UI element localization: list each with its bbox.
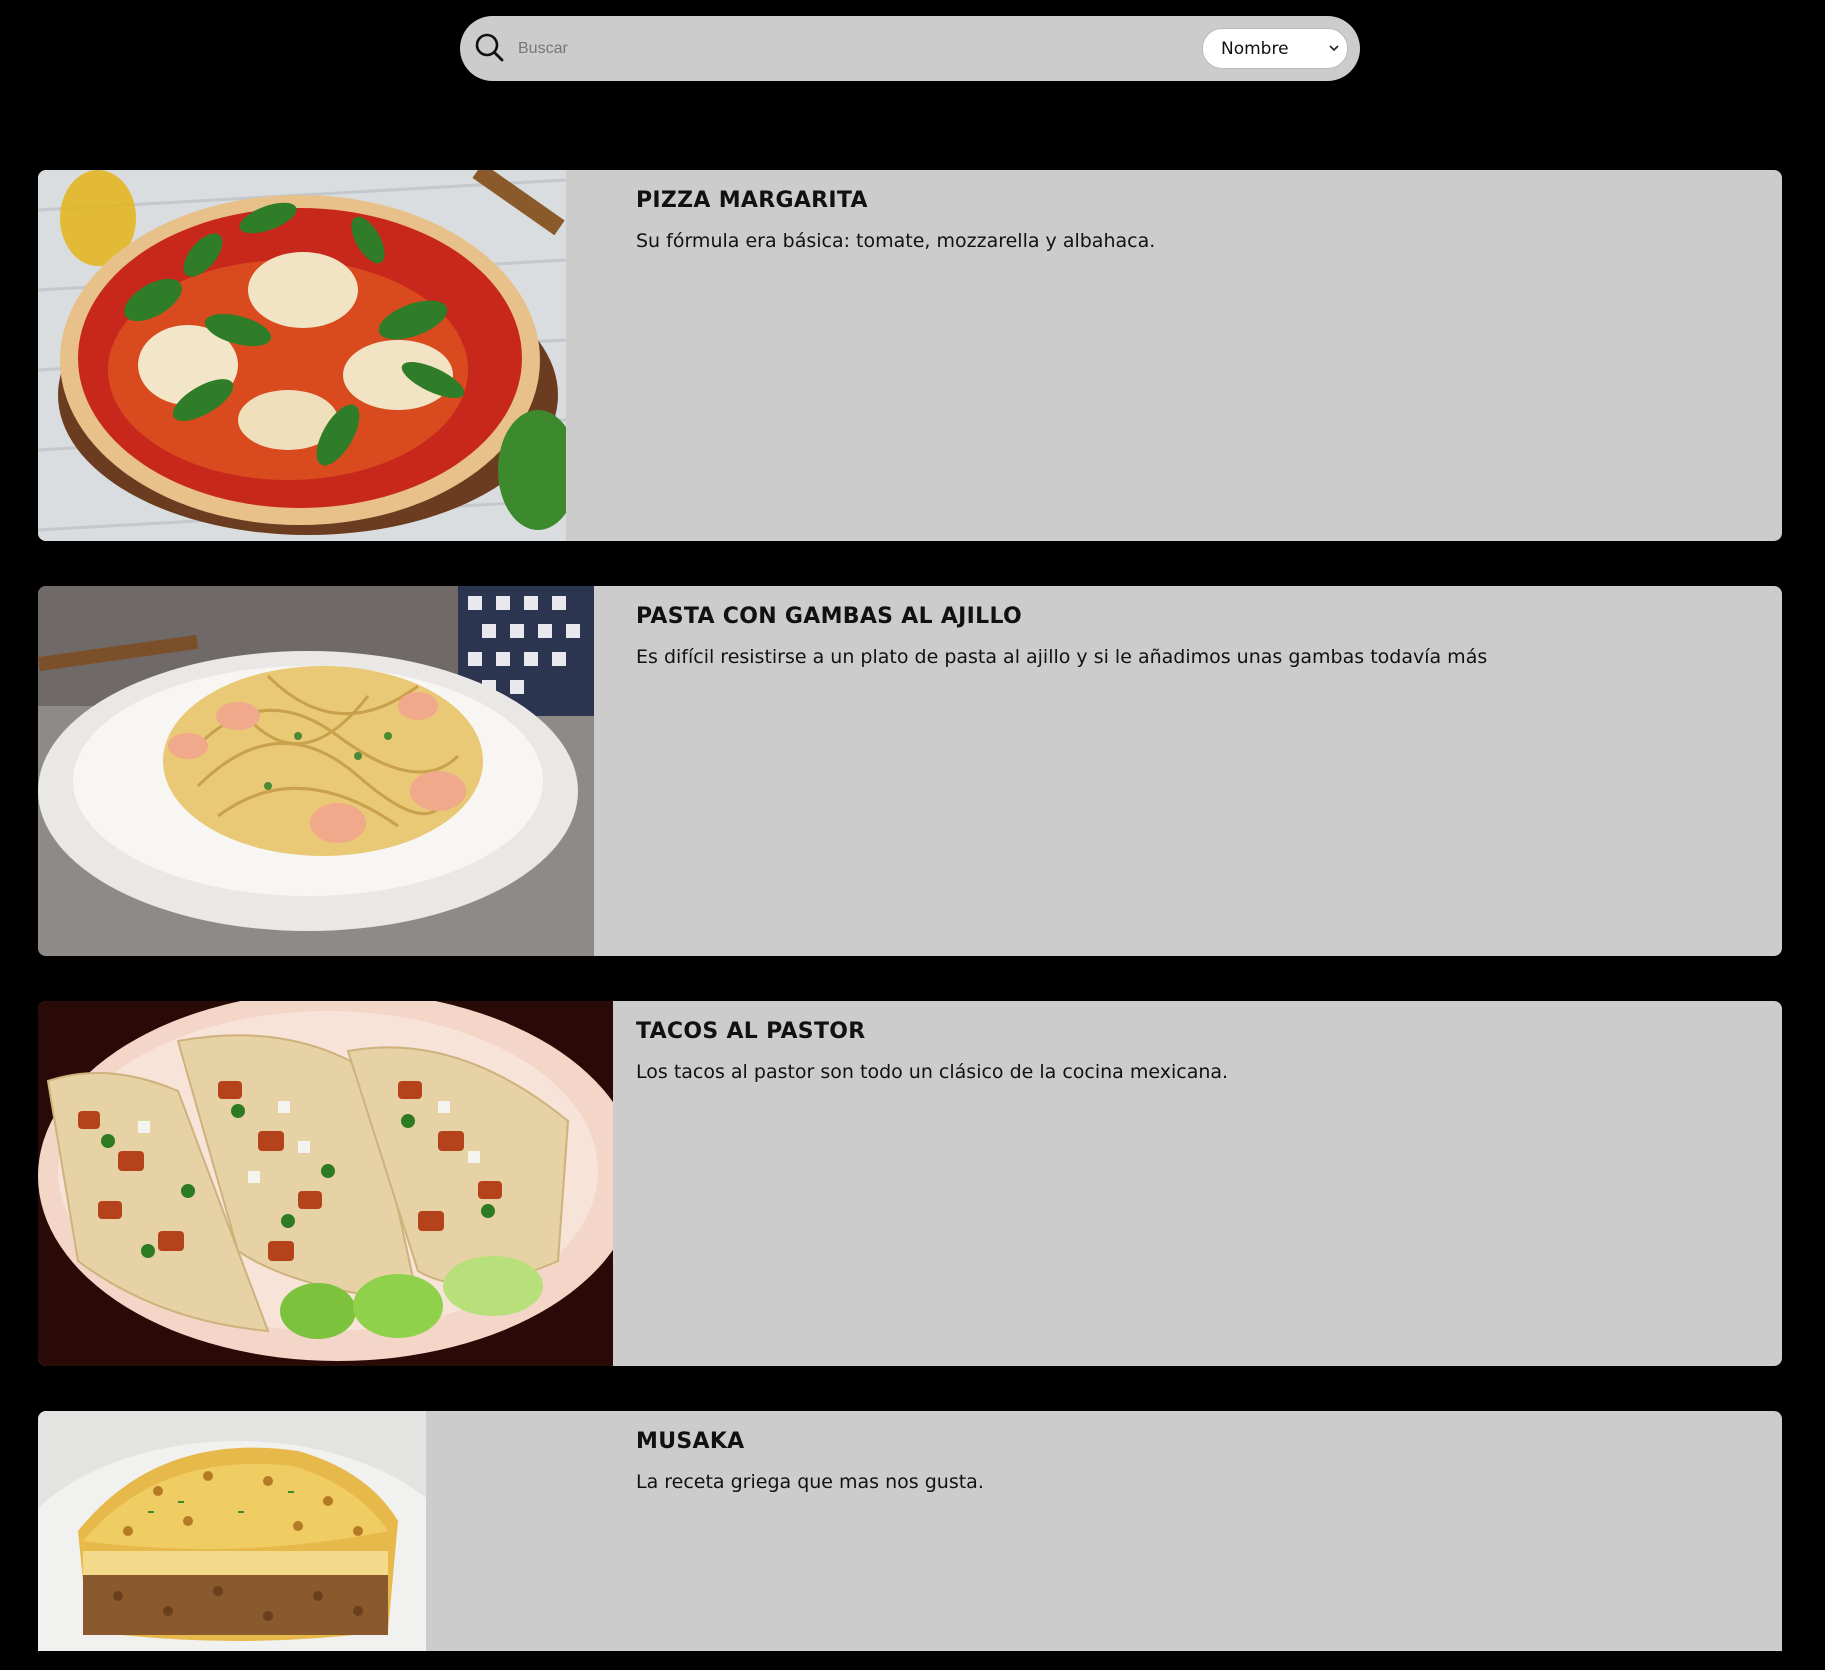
recipe-card[interactable]: TACOS AL PASTOR Los tacos al pastor son … [38, 1001, 1782, 1366]
recipe-image-pizza[interactable] [38, 170, 566, 541]
recipe-description: Los tacos al pastor son todo un clásico … [636, 1061, 1229, 1083]
chevron-down-icon [1329, 43, 1339, 53]
search-icon[interactable] [474, 32, 506, 64]
recipe-page: Nombre [0, 0, 1825, 1670]
recipe-description: Es difícil resistirse a un plato de past… [636, 646, 1488, 668]
search-bar: Nombre [460, 16, 1360, 81]
sort-select[interactable]: Nombre [1202, 28, 1348, 69]
recipe-description: La receta griega que mas nos gusta. [636, 1471, 984, 1493]
recipe-title: MUSAKA [636, 1429, 745, 1454]
recipe-title: TACOS AL PASTOR [636, 1019, 866, 1044]
sort-select-value: Nombre [1221, 39, 1289, 59]
recipe-card[interactable]: PASTA CON GAMBAS AL AJILLO Es difícil re… [38, 586, 1782, 956]
search-input[interactable] [516, 32, 1080, 66]
recipe-card[interactable]: PIZZA MARGARITA Su fórmula era básica: t… [38, 170, 1782, 541]
recipe-image-tacos[interactable] [38, 1001, 613, 1366]
recipe-image-pasta[interactable] [38, 586, 594, 956]
recipe-title: PASTA CON GAMBAS AL AJILLO [636, 604, 1023, 629]
recipe-title: PIZZA MARGARITA [636, 188, 868, 213]
recipe-image-musaka[interactable] [38, 1411, 426, 1651]
recipe-card[interactable]: MUSAKA La receta griega que mas nos gust… [38, 1411, 1782, 1651]
recipe-description: Su fórmula era básica: tomate, mozzarell… [636, 230, 1156, 252]
